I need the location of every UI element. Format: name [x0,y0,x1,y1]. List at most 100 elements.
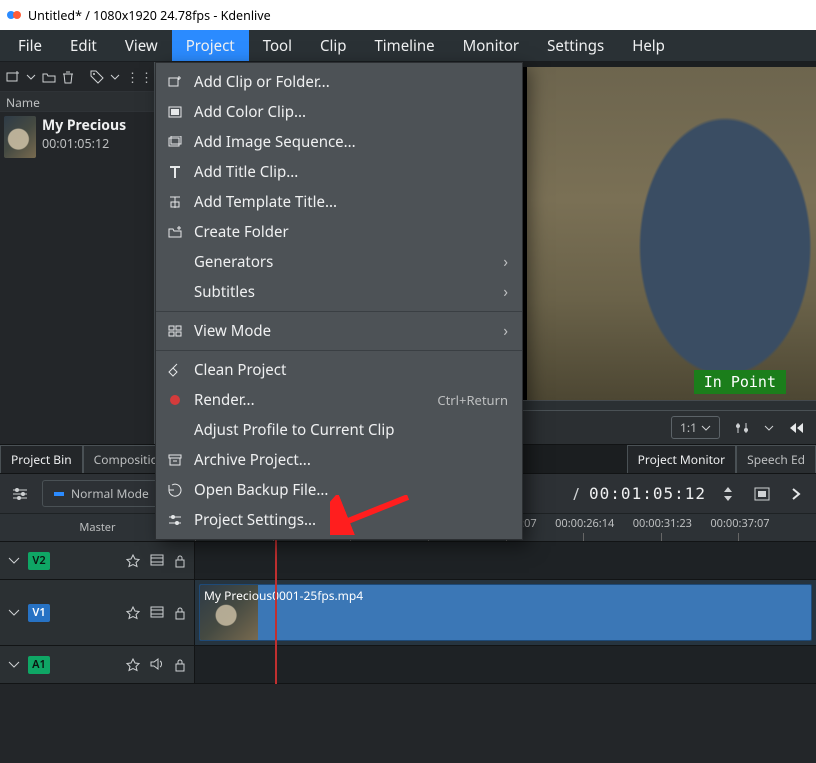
forward-button[interactable] [784,482,808,506]
folder-new-icon [166,223,184,241]
ruler-tick: 00:00:31:23 [633,516,692,531]
menu-view[interactable]: View [111,30,172,61]
chevron-down-icon[interactable] [26,72,36,82]
fit-zoom-button[interactable] [750,482,774,506]
right-panel-tabs: Project Monitor Speech Ed [627,445,816,473]
track-label: V2 [28,552,50,570]
menu-timeline[interactable]: Timeline [360,30,448,61]
menu-add-title-clip[interactable]: Add Title Clip... [156,157,522,187]
menu-project-settings[interactable]: Project Settings... [156,505,522,535]
menu-settings[interactable]: Settings [533,30,618,61]
add-clip-button[interactable] [6,70,20,84]
tag-icon[interactable] [90,70,104,84]
clip-name: My Precious [42,116,126,135]
image-seq-icon [166,133,184,151]
menu-help[interactable]: Help [618,30,679,61]
settings-icon [166,511,184,529]
chevron-down-icon[interactable] [110,72,120,82]
record-icon [166,391,184,409]
track-body-v1[interactable]: My Precious0001-25fps.mp4 [195,580,816,645]
track-head-a1[interactable]: A1 [0,646,195,683]
tab-project-monitor[interactable]: Project Monitor [627,445,737,473]
menu-archive-project[interactable]: Archive Project... [156,445,522,475]
menu-generators[interactable]: Generators › [156,247,522,277]
mute-icon[interactable] [150,658,164,672]
bin-clip-row[interactable]: My Precious 00:01:05:12 [0,112,154,162]
archive-icon [166,451,184,469]
in-point-badge: In Point [694,370,786,394]
menu-project[interactable]: Project [172,30,249,61]
timecode-prefix: / [573,483,579,505]
menu-edit[interactable]: Edit [56,30,111,61]
menu-item-label: Archive Project... [194,450,508,470]
ruler-tick: 00:00:26:14 [555,516,614,531]
chevron-down-icon [8,659,20,671]
menu-add-image-sequence[interactable]: Add Image Sequence... [156,127,522,157]
more-icon[interactable]: ⋮⋮ [126,68,154,86]
menu-file[interactable]: File [4,30,56,61]
menu-open-backup[interactable]: Open Backup File... [156,475,522,505]
track-head-v2[interactable]: V2 [0,542,195,579]
timeline-settings-icon[interactable] [8,482,32,506]
menu-separator [156,311,522,312]
menu-item-label: Add Title Clip... [194,162,508,182]
menu-adjust-profile[interactable]: Adjust Profile to Current Clip [156,415,522,445]
track-a1: A1 [0,646,816,684]
track-head-v1[interactable]: V1 [0,580,195,645]
effects-icon[interactable] [126,606,140,620]
menu-item-label: Adjust Profile to Current Clip [194,420,508,440]
trash-icon[interactable] [62,70,74,84]
menu-add-template-title[interactable]: Add Template Title... [156,187,522,217]
menu-render[interactable]: Render... Ctrl+Return [156,385,522,415]
clip-info: My Precious 00:01:05:12 [42,116,126,152]
template-icon [166,193,184,211]
bin-column-header[interactable]: Name [0,92,154,112]
ruler-tick: 00:00:37:07 [710,516,769,531]
revert-icon [166,481,184,499]
chevron-right-icon: › [503,321,508,341]
clip-icon[interactable] [150,554,164,568]
zoom-selector[interactable]: 1:1 [671,416,720,439]
menu-add-clip[interactable]: Add Clip or Folder... [156,67,522,97]
track-v1: V1 My Precious0001-25fps.mp4 [0,580,816,646]
tab-project-bin[interactable]: Project Bin [0,445,83,473]
track-body-a1[interactable] [195,646,816,683]
track-label: A1 [28,656,50,674]
clip-icon[interactable] [150,606,164,620]
menu-item-label: Generators [194,252,493,272]
menu-item-label: Render... [194,390,427,410]
lock-icon[interactable] [174,606,186,620]
effects-icon[interactable] [126,554,140,568]
timecode-stepper[interactable] [716,482,740,506]
menu-subtitles[interactable]: Subtitles › [156,277,522,307]
menu-create-folder[interactable]: Create Folder [156,217,522,247]
menu-add-color-clip[interactable]: Add Color Clip... [156,97,522,127]
chevron-down-icon[interactable] [764,423,774,433]
menu-clip[interactable]: Clip [306,30,360,61]
menu-item-label: Open Backup File... [194,480,508,500]
edit-mode-label: Normal Mode [71,485,149,502]
rewind-button[interactable] [784,416,808,440]
menu-item-label: View Mode [194,321,493,341]
menu-clean-project[interactable]: Clean Project [156,355,522,385]
clip-duration: 00:01:05:12 [42,135,126,152]
menu-item-label: Add Clip or Folder... [194,72,508,92]
settings-sliders-icon[interactable] [730,416,754,440]
chevron-right-icon: › [503,252,508,272]
tab-speech-editor[interactable]: Speech Ed [736,445,816,473]
folder-new-icon[interactable] [42,71,56,83]
project-bin-panel: ⋮⋮ Name My Precious 00:01:05:12 [0,62,155,444]
clip-title: My Precious0001-25fps.mp4 [204,587,363,604]
lock-icon[interactable] [174,554,186,568]
track-v2: V2 [0,542,816,580]
menu-monitor[interactable]: Monitor [449,30,534,61]
effects-icon[interactable] [126,658,140,672]
lock-icon[interactable] [174,658,186,672]
menu-view-mode[interactable]: View Mode › [156,316,522,346]
color-clip-icon [166,103,184,121]
timeline-timecode[interactable]: 00:01:05:12 [589,484,706,503]
menu-tool[interactable]: Tool [249,30,306,61]
chevron-right-icon: › [503,282,508,302]
timeline-clip[interactable]: My Precious0001-25fps.mp4 [199,584,812,641]
track-body-v2[interactable] [195,542,816,579]
